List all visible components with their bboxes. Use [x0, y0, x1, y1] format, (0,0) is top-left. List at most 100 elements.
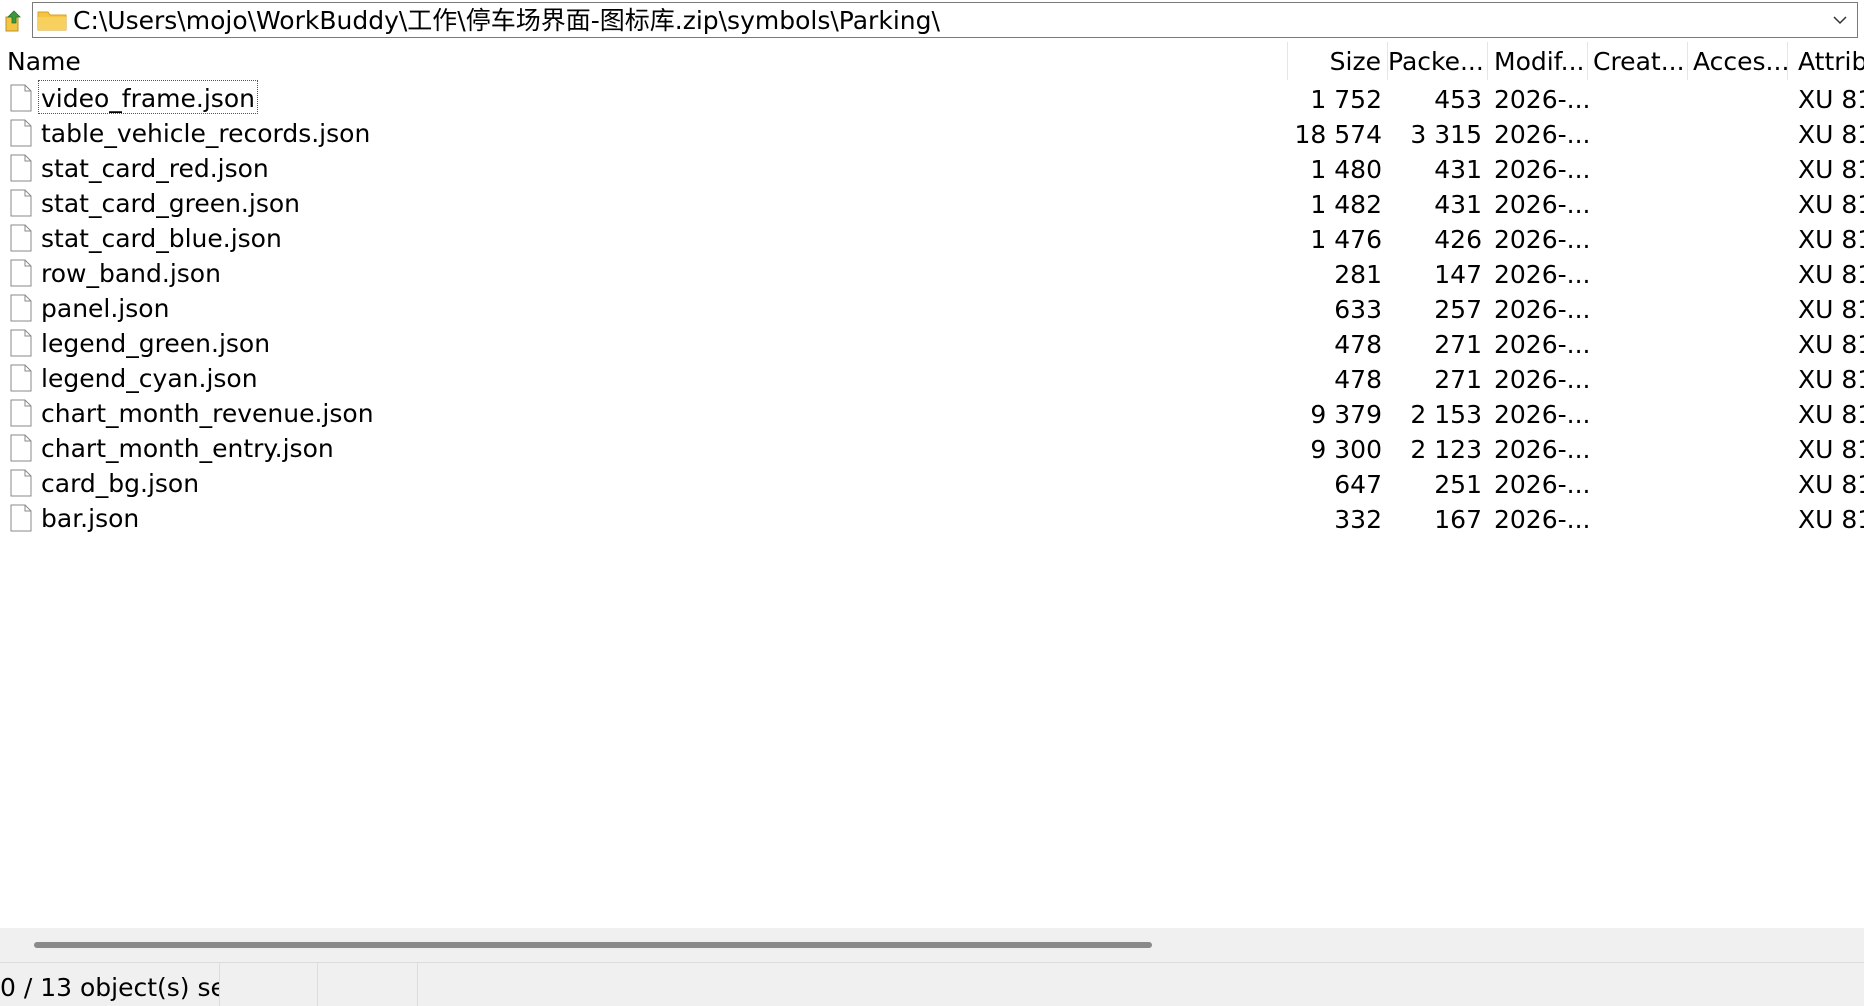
file-size: 1 482 — [1310, 190, 1382, 219]
file-modified: 2026-... — [1494, 85, 1588, 114]
table-row[interactable]: row_band.json 281 147 2026-... XU 81 — [0, 255, 1864, 290]
address-path-text: C:\Users\mojo\WorkBuddy\工作\停车场界面-图标库.zip… — [73, 6, 940, 35]
file-icon — [10, 504, 32, 532]
file-attributes: XU 81 — [1798, 85, 1864, 114]
file-created — [1593, 360, 1687, 395]
file-packed-size: 3 315 — [1410, 120, 1482, 149]
file-packed-size: 453 — [1434, 85, 1482, 114]
file-modified: 2026-... — [1494, 505, 1588, 534]
file-created — [1593, 185, 1687, 220]
file-modified: 2026-... — [1494, 190, 1588, 219]
column-header-attributes[interactable]: Attrib — [1788, 42, 1864, 80]
status-segment-2 — [220, 963, 318, 1006]
file-created — [1593, 150, 1687, 185]
column-header-created[interactable]: Creat... — [1588, 42, 1688, 80]
file-name: chart_month_entry.json — [41, 434, 334, 463]
table-row[interactable]: chart_month_entry.json 9 300 2 123 2026-… — [0, 430, 1864, 465]
column-header-packed[interactable]: Packe... — [1388, 42, 1488, 80]
file-attributes: XU 81 — [1798, 190, 1864, 219]
file-accessed — [1693, 150, 1787, 185]
file-modified: 2026-... — [1494, 365, 1588, 394]
column-header-name[interactable]: Name — [0, 42, 1288, 80]
address-path-field[interactable]: C:\Users\mojo\WorkBuddy\工作\停车场界面-图标库.zip… — [32, 2, 1858, 38]
horizontal-scrollbar-thumb[interactable] — [34, 942, 1152, 948]
file-size: 332 — [1334, 505, 1382, 534]
status-selection-count: 0 / 13 object(s) sele — [0, 963, 220, 1006]
table-row[interactable]: table_vehicle_records.json 18 574 3 315 … — [0, 115, 1864, 150]
file-packed-size: 167 — [1434, 505, 1482, 534]
file-name: legend_green.json — [41, 329, 271, 358]
file-accessed — [1693, 325, 1787, 360]
file-packed-size: 431 — [1434, 155, 1482, 184]
table-row[interactable]: stat_card_red.json 1 480 431 2026-... XU… — [0, 150, 1864, 185]
file-icon — [10, 84, 32, 112]
column-header-modified[interactable]: Modif... — [1488, 42, 1588, 80]
file-icon — [10, 329, 32, 357]
file-accessed — [1693, 290, 1787, 325]
table-row[interactable]: legend_cyan.json 478 271 2026-... XU 81 — [0, 360, 1864, 395]
table-row[interactable]: video_frame.json 1 752 453 2026-... XU 8… — [0, 80, 1864, 115]
file-icon — [10, 119, 32, 147]
file-accessed — [1693, 395, 1787, 430]
file-created — [1593, 80, 1687, 115]
file-attributes: XU 81 — [1798, 330, 1864, 359]
file-accessed — [1693, 185, 1787, 220]
file-modified: 2026-... — [1494, 470, 1588, 499]
status-bar: 0 / 13 object(s) sele — [0, 962, 1864, 1006]
file-size: 633 — [1334, 295, 1382, 324]
horizontal-scrollbar[interactable] — [0, 928, 1864, 962]
file-icon — [10, 259, 32, 287]
chevron-down-icon[interactable] — [1831, 11, 1849, 29]
file-modified: 2026-... — [1494, 225, 1588, 254]
file-name: legend_cyan.json — [41, 364, 258, 393]
file-modified: 2026-... — [1494, 260, 1588, 289]
file-modified: 2026-... — [1494, 330, 1588, 359]
file-size: 647 — [1334, 470, 1382, 499]
folder-icon — [37, 11, 67, 31]
table-row[interactable]: bar.json 332 167 2026-... XU 81 — [0, 500, 1864, 535]
table-row[interactable]: card_bg.json 647 251 2026-... XU 81 — [0, 465, 1864, 500]
file-attributes: XU 81 — [1798, 295, 1864, 324]
file-modified: 2026-... — [1494, 435, 1588, 464]
file-created — [1593, 325, 1687, 360]
file-attributes: XU 81 — [1798, 400, 1864, 429]
file-name: row_band.json — [41, 259, 221, 288]
file-packed-size: 2 153 — [1410, 400, 1482, 429]
file-size: 281 — [1334, 260, 1382, 289]
file-packed-size: 271 — [1434, 330, 1482, 359]
file-attributes: XU 81 — [1798, 120, 1864, 149]
table-row[interactable]: stat_card_green.json 1 482 431 2026-... … — [0, 185, 1864, 220]
file-icon — [10, 224, 32, 252]
column-header-size[interactable]: Size — [1288, 42, 1388, 80]
column-header-accessed[interactable]: Acces... — [1688, 42, 1788, 80]
file-packed-size: 257 — [1434, 295, 1482, 324]
file-packed-size: 271 — [1434, 365, 1482, 394]
table-row[interactable]: panel.json 633 257 2026-... XU 81 — [0, 290, 1864, 325]
up-folder-arrow-icon — [5, 10, 21, 32]
table-row[interactable]: chart_month_revenue.json 9 379 2 153 202… — [0, 395, 1864, 430]
file-size: 9 300 — [1310, 435, 1382, 464]
file-modified: 2026-... — [1494, 295, 1588, 324]
file-size: 478 — [1334, 330, 1382, 359]
file-accessed — [1693, 115, 1787, 150]
file-attributes: XU 81 — [1798, 155, 1864, 184]
file-accessed — [1693, 360, 1787, 395]
file-modified: 2026-... — [1494, 155, 1588, 184]
file-name: panel.json — [41, 294, 170, 323]
file-icon — [10, 294, 32, 322]
file-accessed — [1693, 500, 1787, 535]
file-packed-size: 2 123 — [1410, 435, 1482, 464]
file-size: 1 480 — [1310, 155, 1382, 184]
file-name: bar.json — [41, 504, 140, 533]
file-modified: 2026-... — [1494, 400, 1588, 429]
table-row[interactable]: legend_green.json 478 271 2026-... XU 81 — [0, 325, 1864, 360]
file-size: 478 — [1334, 365, 1382, 394]
up-folder-button[interactable] — [0, 6, 28, 36]
file-attributes: XU 81 — [1798, 435, 1864, 464]
file-icon — [10, 364, 32, 392]
column-header: Name Size Packe... Modif... Creat... Acc… — [0, 42, 1864, 80]
status-segment-3 — [318, 963, 418, 1006]
file-icon — [10, 469, 32, 497]
table-row[interactable]: stat_card_blue.json 1 476 426 2026-... X… — [0, 220, 1864, 255]
file-packed-size: 147 — [1434, 260, 1482, 289]
